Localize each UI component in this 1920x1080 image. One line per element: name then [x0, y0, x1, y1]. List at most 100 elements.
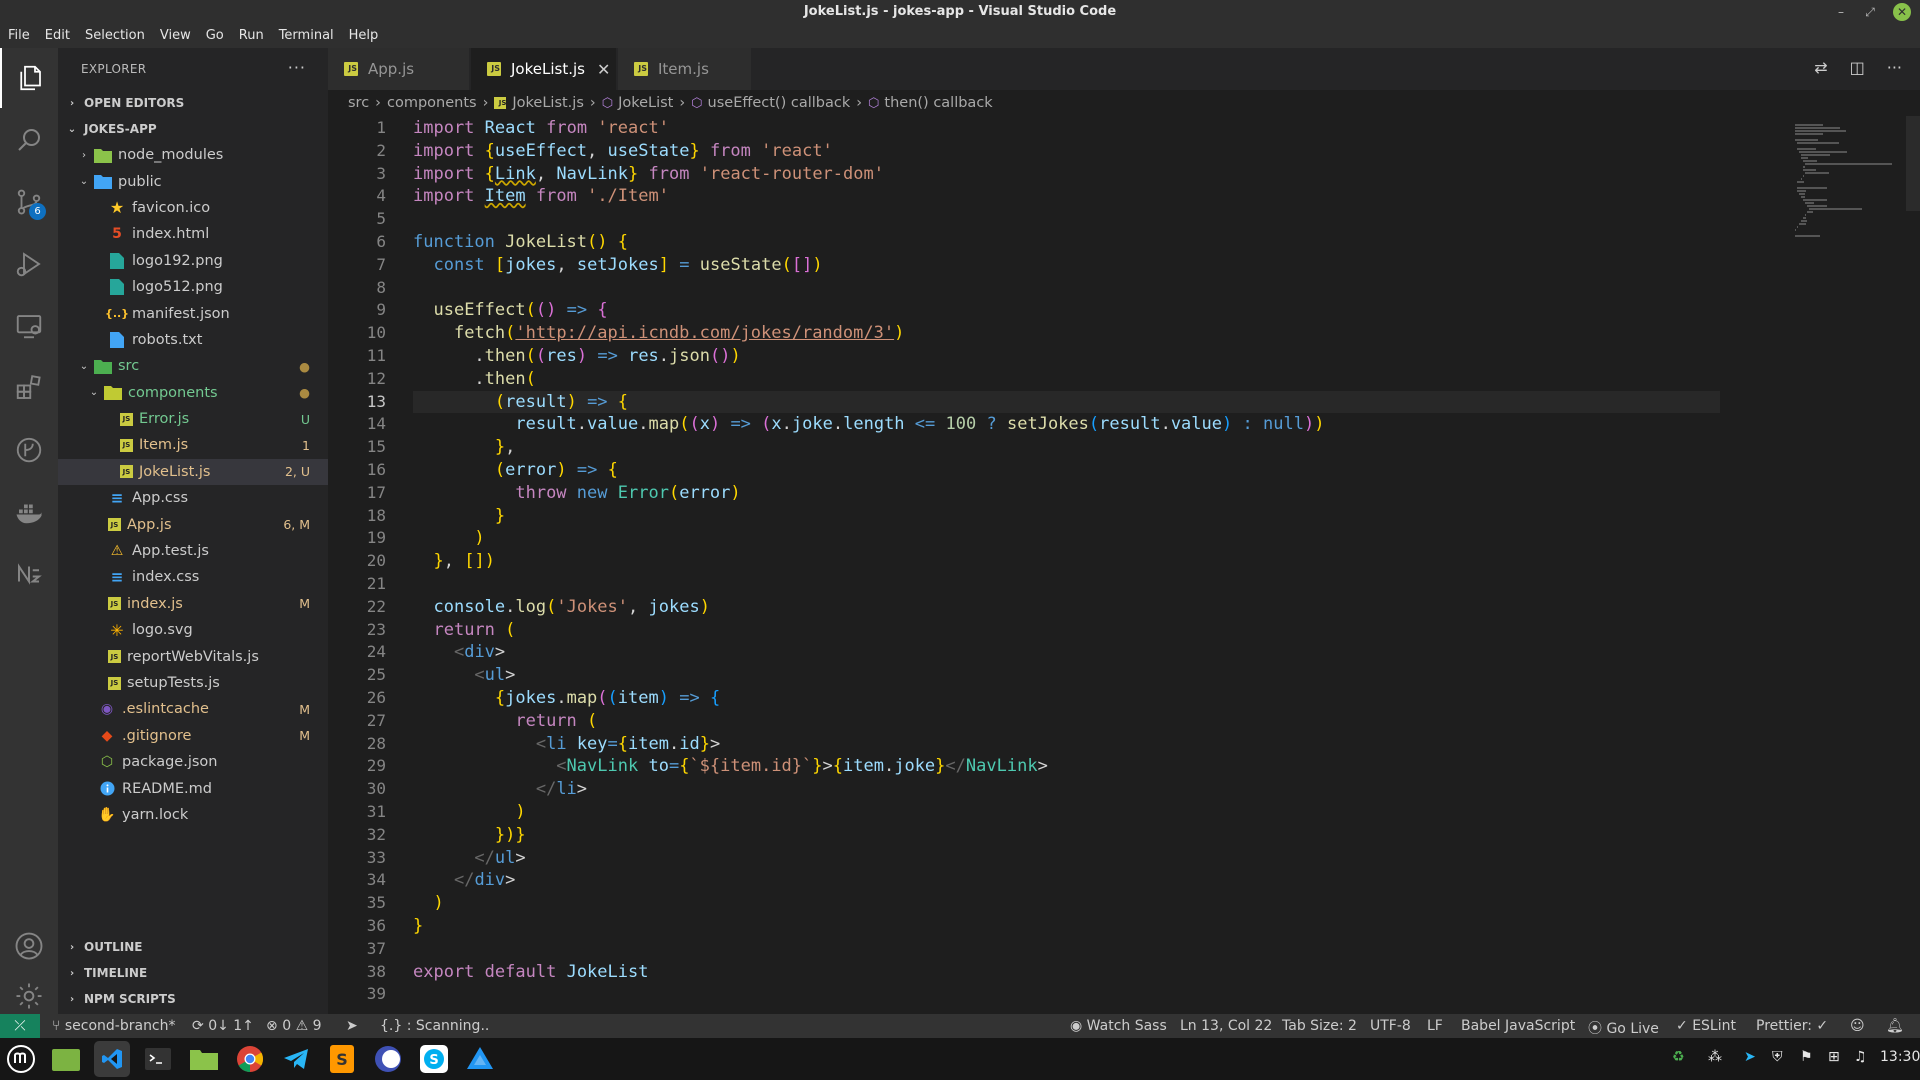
code-line[interactable]: 11 .then((res) => res.json()): [328, 345, 1720, 368]
code-line[interactable]: 1 import React from 'react': [328, 117, 1720, 140]
tree-file[interactable]: ★ favicon.ico: [58, 195, 328, 221]
code-line[interactable]: 24 <div>: [328, 641, 1720, 664]
outline-section[interactable]: › OUTLINE: [58, 934, 328, 960]
app-icon[interactable]: [462, 1041, 498, 1077]
code-line[interactable]: 14 result.value.map((x) => (x.joke.lengt…: [328, 413, 1720, 436]
code-line[interactable]: 29 <NavLink to={`${item.id}`}>{item.joke…: [328, 755, 1720, 778]
open-changes-icon[interactable]: ⇄: [1814, 58, 1827, 77]
tree-file[interactable]: ⚠ App.test.js: [58, 538, 328, 564]
code-line[interactable]: 6 function JokeList() {: [328, 231, 1720, 254]
code-line[interactable]: 38 export default JokeList: [328, 961, 1720, 984]
branch-status[interactable]: ⑂ second-branch*: [52, 1018, 176, 1034]
close-tab-icon[interactable]: ✕: [597, 60, 610, 79]
code-line[interactable]: 4 import Item from './Item': [328, 185, 1720, 208]
code-line[interactable]: 31 ): [328, 801, 1720, 824]
clock[interactable]: 13:30: [1880, 1049, 1920, 1065]
eslint-status[interactable]: ✓ ESLint: [1676, 1018, 1736, 1034]
code-line[interactable]: 27 return (: [328, 710, 1720, 733]
editor-scrollbar[interactable]: [1906, 116, 1920, 1014]
code-line[interactable]: 7 const [jokes, setJokes] = useState([]): [328, 254, 1720, 277]
code-line[interactable]: 28 <li key={item.id}>: [328, 733, 1720, 756]
tree-file[interactable]: JS App.js 6, M: [58, 511, 328, 537]
remote-icon[interactable]: ⤫: [0, 1014, 40, 1038]
minimize-icon[interactable]: –: [1832, 3, 1850, 21]
code-line[interactable]: 10 fetch('http://api.icndb.com/jokes/ran…: [328, 322, 1720, 345]
breadcrumb-item[interactable]: src: [348, 95, 369, 111]
tree-file[interactable]: ⬡ package.json: [58, 749, 328, 775]
breadcrumb-item[interactable]: JokeList: [618, 95, 673, 111]
n-icon[interactable]: [0, 544, 58, 604]
terminal-icon[interactable]: [140, 1041, 176, 1077]
files-icon[interactable]: [48, 1041, 84, 1077]
tree-file[interactable]: {..} manifest.json: [58, 300, 328, 326]
sync-status[interactable]: ⟳ 0↓ 1↑: [192, 1018, 254, 1034]
code-line[interactable]: 12 .then(: [328, 368, 1720, 391]
tree-file[interactable]: ◆ .gitignore M: [58, 723, 328, 749]
code-line[interactable]: 18 }: [328, 505, 1720, 528]
account-icon[interactable]: [0, 916, 58, 976]
tree-file[interactable]: robots.txt: [58, 327, 328, 353]
minimap[interactable]: [1790, 116, 1908, 1014]
tree-file[interactable]: ◉ .eslintcache M: [58, 696, 328, 722]
volume-icon[interactable]: ♫: [1854, 1049, 1867, 1065]
sublime-icon[interactable]: S: [324, 1041, 360, 1077]
tree-file[interactable]: JS index.js M: [58, 591, 328, 617]
file-manager-icon[interactable]: [186, 1041, 222, 1077]
encoding[interactable]: UTF-8: [1370, 1018, 1411, 1034]
code-line[interactable]: 13 (result) => {: [328, 390, 1720, 414]
prettier-status[interactable]: Prettier: ✓: [1756, 1018, 1828, 1034]
code-editor[interactable]: 1 import React from 'react' 2 import {useEf…: [328, 116, 1720, 1014]
problems-status[interactable]: ⊗ 0 ⚠ 9: [266, 1018, 322, 1034]
tree-file[interactable]: JS reportWebVitals.js: [58, 643, 328, 669]
menu-edit[interactable]: Edit: [43, 24, 77, 48]
skype-icon[interactable]: S: [416, 1041, 452, 1077]
feedback-icon[interactable]: ☺: [1850, 1018, 1865, 1034]
code-line[interactable]: 17 throw new Error(error): [328, 482, 1720, 505]
source-control-icon[interactable]: 6: [0, 172, 58, 232]
tree-file[interactable]: JS Error.js U: [58, 406, 328, 432]
code-line[interactable]: 8: [328, 277, 1720, 300]
code-line[interactable]: 32 })}: [328, 824, 1720, 847]
code-line[interactable]: 35 ): [328, 892, 1720, 915]
explorer-icon[interactable]: [0, 48, 58, 108]
tree-file[interactable]: logo512.png: [58, 274, 328, 300]
breadcrumb-item[interactable]: then() callback: [884, 95, 992, 111]
tree-file[interactable]: logo192.png: [58, 248, 328, 274]
code-line[interactable]: 25 <ul>: [328, 664, 1720, 687]
project-section[interactable]: ⌄ JOKES-APP: [58, 116, 328, 142]
code-line[interactable]: 33 </ul>: [328, 847, 1720, 870]
recycle-icon[interactable]: ♻: [1672, 1049, 1685, 1065]
go-live-button[interactable]: ⦿ Go Live: [1588, 1018, 1659, 1038]
code-line[interactable]: 16 (error) => {: [328, 459, 1720, 482]
slack-icon[interactable]: ⁂: [1708, 1049, 1722, 1065]
eclipse-icon[interactable]: [370, 1041, 406, 1077]
code-line[interactable]: 2 import {useEffect, useState} from 'reac…: [328, 140, 1720, 163]
menu-view[interactable]: View: [158, 24, 198, 48]
docker-icon[interactable]: [0, 482, 58, 542]
remote-explorer-icon[interactable]: [0, 296, 58, 356]
menu-file[interactable]: File: [6, 24, 37, 48]
breadcrumb-item[interactable]: useEffect() callback: [708, 95, 851, 111]
code-line[interactable]: 36}: [328, 915, 1720, 938]
menu-selection[interactable]: Selection: [83, 24, 152, 48]
git-graph-icon[interactable]: [0, 420, 58, 480]
breadcrumb-item[interactable]: components: [387, 95, 477, 111]
live-share-icon[interactable]: ➤: [346, 1018, 358, 1034]
code-line[interactable]: 21: [328, 573, 1720, 596]
tree-folder-node-modules[interactable]: › node_modules: [58, 142, 328, 168]
code-line[interactable]: 39: [328, 983, 1720, 1006]
tree-file[interactable]: ≡ App.css: [58, 485, 328, 511]
end-of-line[interactable]: LF: [1427, 1018, 1443, 1034]
code-line[interactable]: 15 },: [328, 436, 1720, 459]
scrollbar-thumb[interactable]: [1906, 116, 1920, 211]
tree-file[interactable]: JS setupTests.js: [58, 670, 328, 696]
watch-sass-button[interactable]: ◉ Watch Sass: [1070, 1018, 1167, 1034]
tree-file[interactable]: ✳ logo.svg: [58, 617, 328, 643]
tree-file[interactable]: JS Item.js 1: [58, 432, 328, 458]
code-line[interactable]: 19 ): [328, 527, 1720, 550]
split-editor-icon[interactable]: ◫: [1850, 58, 1865, 77]
menu-go[interactable]: Go: [204, 24, 231, 48]
menu-help[interactable]: Help: [347, 24, 386, 48]
more-actions-icon[interactable]: ···: [288, 58, 306, 77]
settings-gear-icon[interactable]: [0, 978, 58, 1014]
